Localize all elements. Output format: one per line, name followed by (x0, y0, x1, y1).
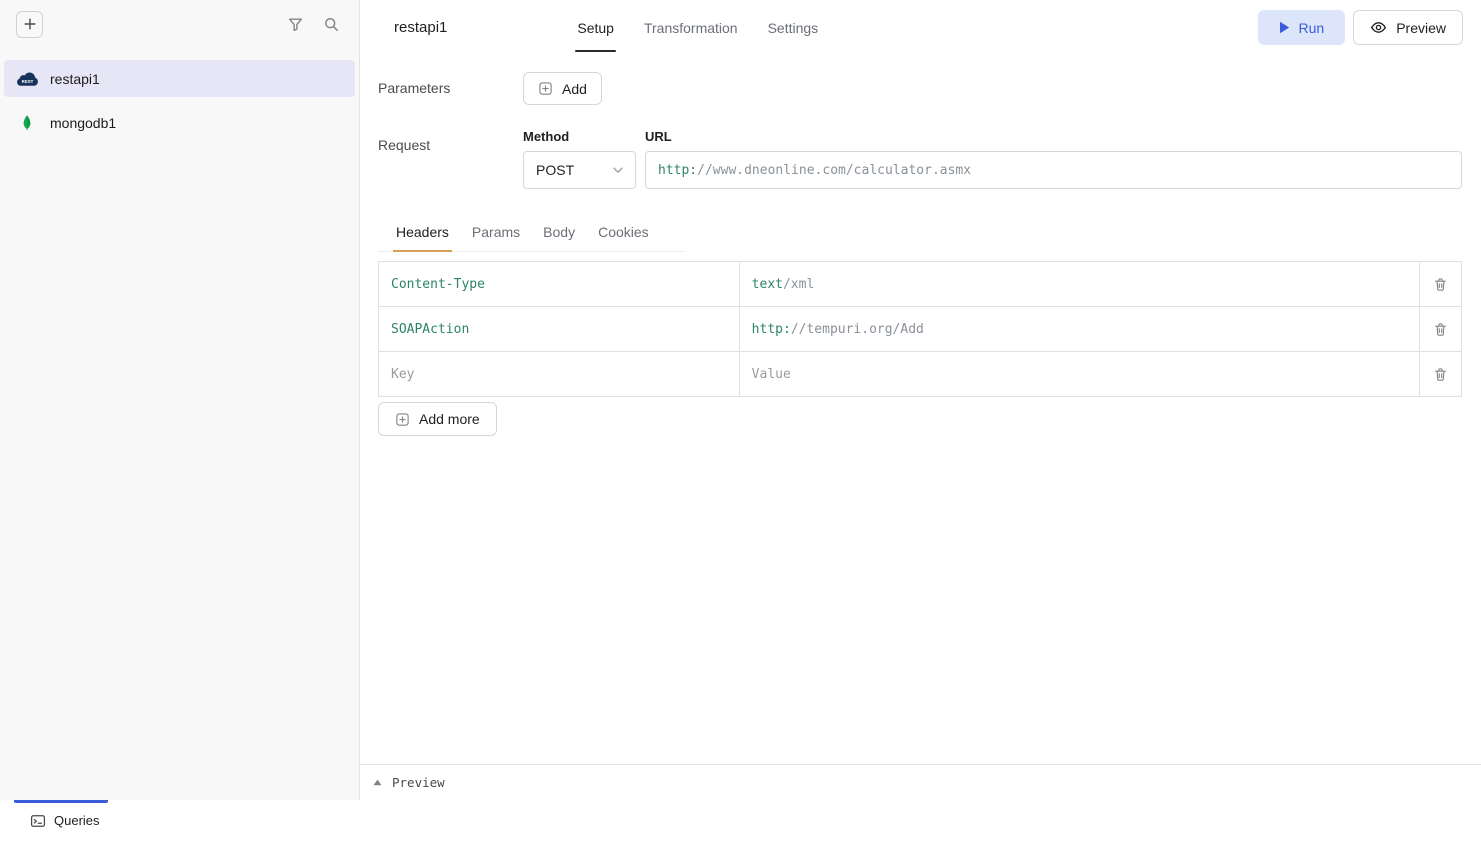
search-button[interactable] (319, 12, 343, 36)
header-row-3 (379, 352, 1462, 397)
parameters-label: Parameters (378, 72, 523, 96)
tab-transformation[interactable]: Transformation (644, 0, 738, 55)
trash-icon (1433, 322, 1448, 337)
editor-header: restapi1 Setup Transformation Settings R… (360, 0, 1481, 55)
preview-label: Preview (1396, 20, 1446, 36)
add-parameter-button[interactable]: Add (523, 72, 602, 105)
plus-box-icon (395, 412, 410, 427)
header-key-value: Content-Type (391, 277, 727, 292)
sidebar-item-mongodb1[interactable]: mongodb1 (4, 104, 355, 141)
search-icon (323, 16, 340, 33)
editor-tabs: Setup Transformation Settings (577, 0, 818, 55)
preview-button[interactable]: Preview (1353, 10, 1463, 45)
eye-icon (1370, 19, 1387, 36)
request-label: Request (378, 129, 523, 153)
tab-params[interactable]: Params (472, 216, 520, 251)
header-key-field[interactable]: Content-Type (379, 262, 740, 307)
app-window: REST restapi1 mongodb1 restapi1 Setup Tr… (0, 0, 1481, 800)
response-pane-label: Preview (392, 775, 445, 790)
queries-icon (30, 813, 46, 829)
request-tabs: Headers Params Body Cookies (378, 216, 684, 252)
method-label: Method (523, 129, 645, 144)
collapse-up-icon (373, 779, 382, 786)
delete-row-button[interactable] (1429, 362, 1453, 386)
headers-table: Content-Type text/xml SOAPAction (378, 261, 1462, 397)
header-value-value: text/xml (752, 277, 1407, 292)
header-row-actions (1420, 262, 1462, 307)
entity-label: restapi1 (50, 71, 100, 87)
add-query-button[interactable] (16, 11, 43, 38)
request-fields: Method URL POST http://www.dneonline.com… (523, 129, 1462, 189)
header-key-field (379, 352, 740, 397)
plus-box-icon (538, 81, 553, 96)
query-list: REST restapi1 mongodb1 (0, 48, 359, 153)
header-actions: Run Preview (1258, 10, 1463, 45)
header-key-value: SOAPAction (391, 322, 727, 337)
setup-panel: Parameters Add Request Method URL POST (360, 55, 1481, 764)
url-input[interactable]: http://www.dneonline.com/calculator.asmx (645, 151, 1462, 189)
rest-api-icon: REST (14, 70, 40, 87)
header-row-2: SOAPAction http://tempuri.org/Add (379, 307, 1462, 352)
header-value-field (740, 352, 1420, 397)
delete-row-button[interactable] (1429, 272, 1453, 296)
method-select[interactable]: POST (523, 151, 636, 189)
request-row: Request Method URL POST (378, 129, 1463, 189)
bottom-bar: Queries (0, 800, 1481, 841)
parameters-row: Parameters Add (378, 72, 1463, 105)
tab-cookies[interactable]: Cookies (598, 216, 649, 251)
plus-icon (23, 17, 37, 31)
method-value: POST (536, 162, 574, 178)
sidebar-item-restapi1[interactable]: REST restapi1 (4, 60, 355, 97)
header-row-1: Content-Type text/xml (379, 262, 1462, 307)
header-value-value: http://tempuri.org/Add (752, 322, 1407, 337)
delete-row-button[interactable] (1429, 317, 1453, 341)
url-label: URL (645, 129, 672, 144)
query-editor: restapi1 Setup Transformation Settings R… (360, 0, 1481, 800)
url-value: http://www.dneonline.com/calculator.asmx (658, 163, 1449, 178)
response-preview-bar[interactable]: Preview (360, 764, 1481, 800)
request-field-labels: Method URL (523, 129, 1462, 144)
header-key-input[interactable] (391, 352, 727, 396)
entity-label: mongodb1 (50, 115, 116, 131)
tab-settings[interactable]: Settings (768, 0, 819, 55)
add-more-label: Add more (419, 411, 480, 427)
chevron-down-icon (610, 162, 626, 178)
run-label: Run (1299, 20, 1325, 36)
trash-icon (1433, 277, 1448, 292)
play-icon (1279, 21, 1290, 34)
add-parameter-label: Add (562, 81, 587, 97)
query-title: restapi1 (394, 19, 447, 36)
sidebar-toolbar (0, 0, 359, 48)
tab-queries[interactable]: Queries (30, 813, 100, 829)
sidebar: REST restapi1 mongodb1 (0, 0, 360, 800)
add-more-button[interactable]: Add more (378, 402, 497, 436)
tab-headers[interactable]: Headers (396, 216, 449, 251)
svg-text:REST: REST (21, 79, 33, 84)
header-row-actions (1420, 352, 1462, 397)
header-value-field[interactable]: text/xml (740, 262, 1420, 307)
header-key-field[interactable]: SOAPAction (379, 307, 740, 352)
tab-setup[interactable]: Setup (577, 0, 614, 55)
run-button[interactable]: Run (1258, 10, 1346, 45)
trash-icon (1433, 367, 1448, 382)
mongodb-icon (14, 114, 40, 131)
request-field-controls: POST http://www.dneonline.com/calculator… (523, 151, 1462, 189)
filter-button[interactable] (283, 12, 307, 36)
header-row-actions (1420, 307, 1462, 352)
queries-tab-label: Queries (54, 813, 100, 828)
header-value-input[interactable] (752, 352, 1407, 396)
tab-body[interactable]: Body (543, 216, 575, 251)
filter-icon (287, 16, 304, 33)
active-tab-indicator (14, 800, 108, 803)
header-value-field[interactable]: http://tempuri.org/Add (740, 307, 1420, 352)
